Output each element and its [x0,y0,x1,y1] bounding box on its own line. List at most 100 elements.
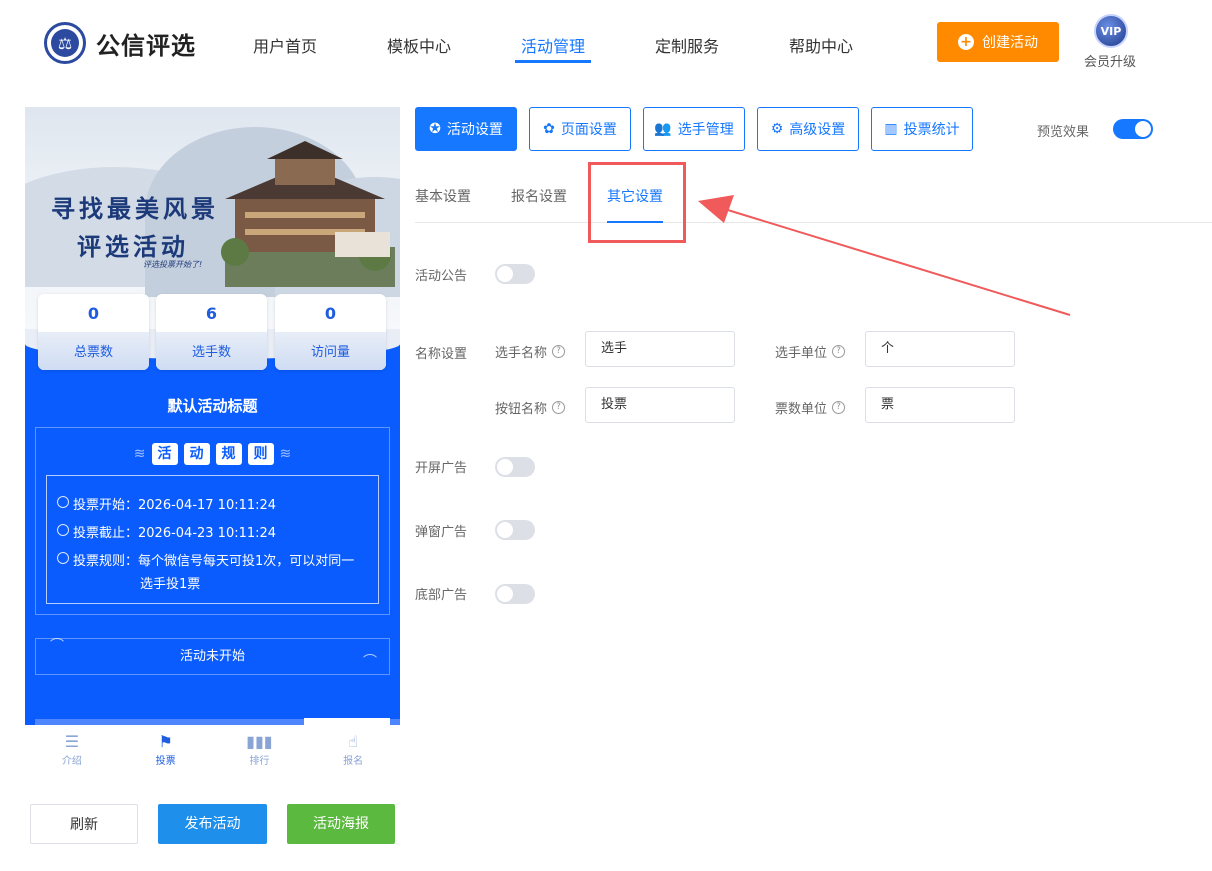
tab-vote-label: 投票 [155,756,176,767]
tab-vote[interactable]: ⚑ 投票 [119,725,213,775]
gear-icon: ✿ [543,121,555,137]
clock-icon [57,496,69,508]
tab-contestant-management[interactable]: 👥 选手管理 [643,107,745,151]
tab-ranking[interactable]: ▮▮▮ 排行 [213,725,307,775]
mobile-tabbar: ☰ 介绍 ⚑ 投票 ▮▮▮ 排行 ☝ 报名 [25,725,400,775]
tab-page-settings[interactable]: ✿ 页面设置 [529,107,631,151]
tab-contestant-management-label: 选手管理 [677,122,734,138]
help-icon[interactable]: ? [552,345,566,358]
sliders-icon: ⚙ [770,121,784,137]
help-icon[interactable]: ? [832,401,846,414]
nav-help-center[interactable]: 帮助中心 [789,33,853,57]
tab-activity-settings[interactable]: ✪ 活动设置 [415,107,517,151]
publish-activity-button[interactable]: 发布活动 [158,804,267,844]
contestant-unit-label-text: 选手单位 [775,346,828,361]
subtab-basic-settings[interactable]: 基本设置 [415,186,471,206]
rules-char: 规 [215,443,242,465]
rules-char: 则 [247,443,274,465]
announcement-toggle[interactable] [495,264,535,284]
wave-decoration-icon: ≋ [279,446,292,462]
popup-ad-label: 弹窗广告 [415,525,468,540]
contestant-unit-input[interactable]: 个 [865,331,1015,367]
help-icon[interactable]: ? [832,345,846,358]
hand-icon: ☝ [348,732,358,751]
flag-icon: ⚑ [158,732,173,751]
tab-page-settings-label: 页面设置 [560,122,617,138]
banner-title-line2: 评选活动 [77,232,189,261]
stat-value: 0 [87,304,100,323]
bar-chart-icon: ▮▮▮ [246,732,273,751]
tab-vote-statistics[interactable]: ▥ 投票统计 [871,107,973,151]
bottom-ad-label: 底部广告 [415,588,468,603]
vote-unit-label: 票数单位 ? [775,398,846,417]
create-activity-button[interactable]: + 创建活动 [937,22,1059,62]
tab-advanced-settings[interactable]: ⚙ 高级设置 [757,107,859,151]
splash-ad-toggle[interactable] [495,457,535,477]
annotation-highlight-box [588,162,686,243]
button-name-label-text: 按钮名称 [495,402,548,417]
bottom-ad-toggle[interactable] [495,584,535,604]
annotation-arrow-icon [698,195,1071,316]
users-icon: 👥 [654,121,672,137]
subtab-signup-settings[interactable]: 报名设置 [511,186,567,206]
stat-contestants: 6 选手数 [156,294,267,370]
temple-illustration [221,141,395,287]
stat-visits: 0 访问量 [275,294,386,370]
stat-total-votes: 0 总票数 [38,294,149,370]
bird-icon: ⌒ [50,638,64,654]
preview-scroll-thumb [304,718,390,725]
banner-subtitle: 评选投票开始了! [143,260,203,269]
tab-signup[interactable]: ☝ 报名 [306,725,400,775]
nav-active-underline [515,60,591,63]
tab-vote-statistics-label: 投票统计 [903,122,960,138]
rules-char: 动 [183,443,210,465]
nav-template-center[interactable]: 模板中心 [387,33,451,57]
nav-user-home[interactable]: 用户首页 [253,33,317,57]
activity-title: 默认活动标题 [167,397,258,415]
rules-heading: ≋ 活 动 规 则 ≋ [125,443,300,465]
contestant-name-label: 选手名称 ? [495,342,566,361]
activity-status-text: 活动未开始 [179,649,245,664]
mobile-preview: 寻找最美风景 评选活动 评选投票开始了! 0 总票数 6 选手数 0 访问量 默… [25,107,400,725]
help-icon[interactable]: ? [552,401,566,414]
wave-decoration-icon: ≋ [133,446,146,462]
vote-rule-text-cont: 选手投1票 [140,577,201,592]
vote-rule-line: 投票规则：每个微信号每天可投1次，可以对同一 [57,550,354,569]
tab-activity-settings-label: 活动设置 [446,122,503,138]
banner-title-line1: 寻找最美风景 [51,194,219,223]
activity-status: ⌒ 活动未开始 ⌒ [35,638,390,675]
scales-icon: ⚖ [51,29,79,57]
stat-label: 访问量 [275,332,386,370]
star-icon: ✪ [429,121,441,137]
bird-icon: ⌒ [363,654,377,670]
refresh-button[interactable]: 刷新 [30,804,138,844]
nav-custom-service[interactable]: 定制服务 [655,33,719,57]
stat-value: 0 [324,304,337,323]
vote-end-text: 投票截止：2026-04-23 10:11:24 [73,526,277,541]
plus-icon: + [958,34,974,50]
nav-activity-management[interactable]: 活动管理 [521,33,585,57]
stat-label: 总票数 [38,332,149,370]
tab-intro-label: 介绍 [61,756,82,767]
tab-advanced-settings-label: 高级设置 [789,122,846,138]
vip-badge-icon[interactable]: VIP [1094,14,1128,48]
tab-signup-label: 报名 [343,756,364,767]
popup-ad-toggle[interactable] [495,520,535,540]
clock-icon [57,524,69,536]
vote-rule-text: 投票规则：每个微信号每天可投1次，可以对同一 [73,554,355,569]
button-name-label: 按钮名称 ? [495,398,566,417]
activity-poster-button[interactable]: 活动海报 [287,804,395,844]
preview-effect-toggle[interactable] [1113,119,1153,139]
tab-intro[interactable]: ☰ 介绍 [25,725,119,775]
vote-start-text: 投票开始：2026-04-17 10:11:24 [73,498,277,513]
button-name-input[interactable]: 投票 [585,387,735,423]
vote-unit-label-text: 票数单位 [775,402,828,417]
preview-effect-label: 预览效果 [1037,125,1090,140]
info-icon [57,552,69,564]
contestant-unit-label: 选手单位 ? [775,342,846,361]
vote-unit-input[interactable]: 票 [865,387,1015,423]
contestant-name-input[interactable]: 选手 [585,331,735,367]
logo-emblem: ⚖ [44,22,86,64]
vip-upgrade-label[interactable]: 会员升级 [1084,51,1136,70]
announcement-label: 活动公告 [415,269,468,284]
